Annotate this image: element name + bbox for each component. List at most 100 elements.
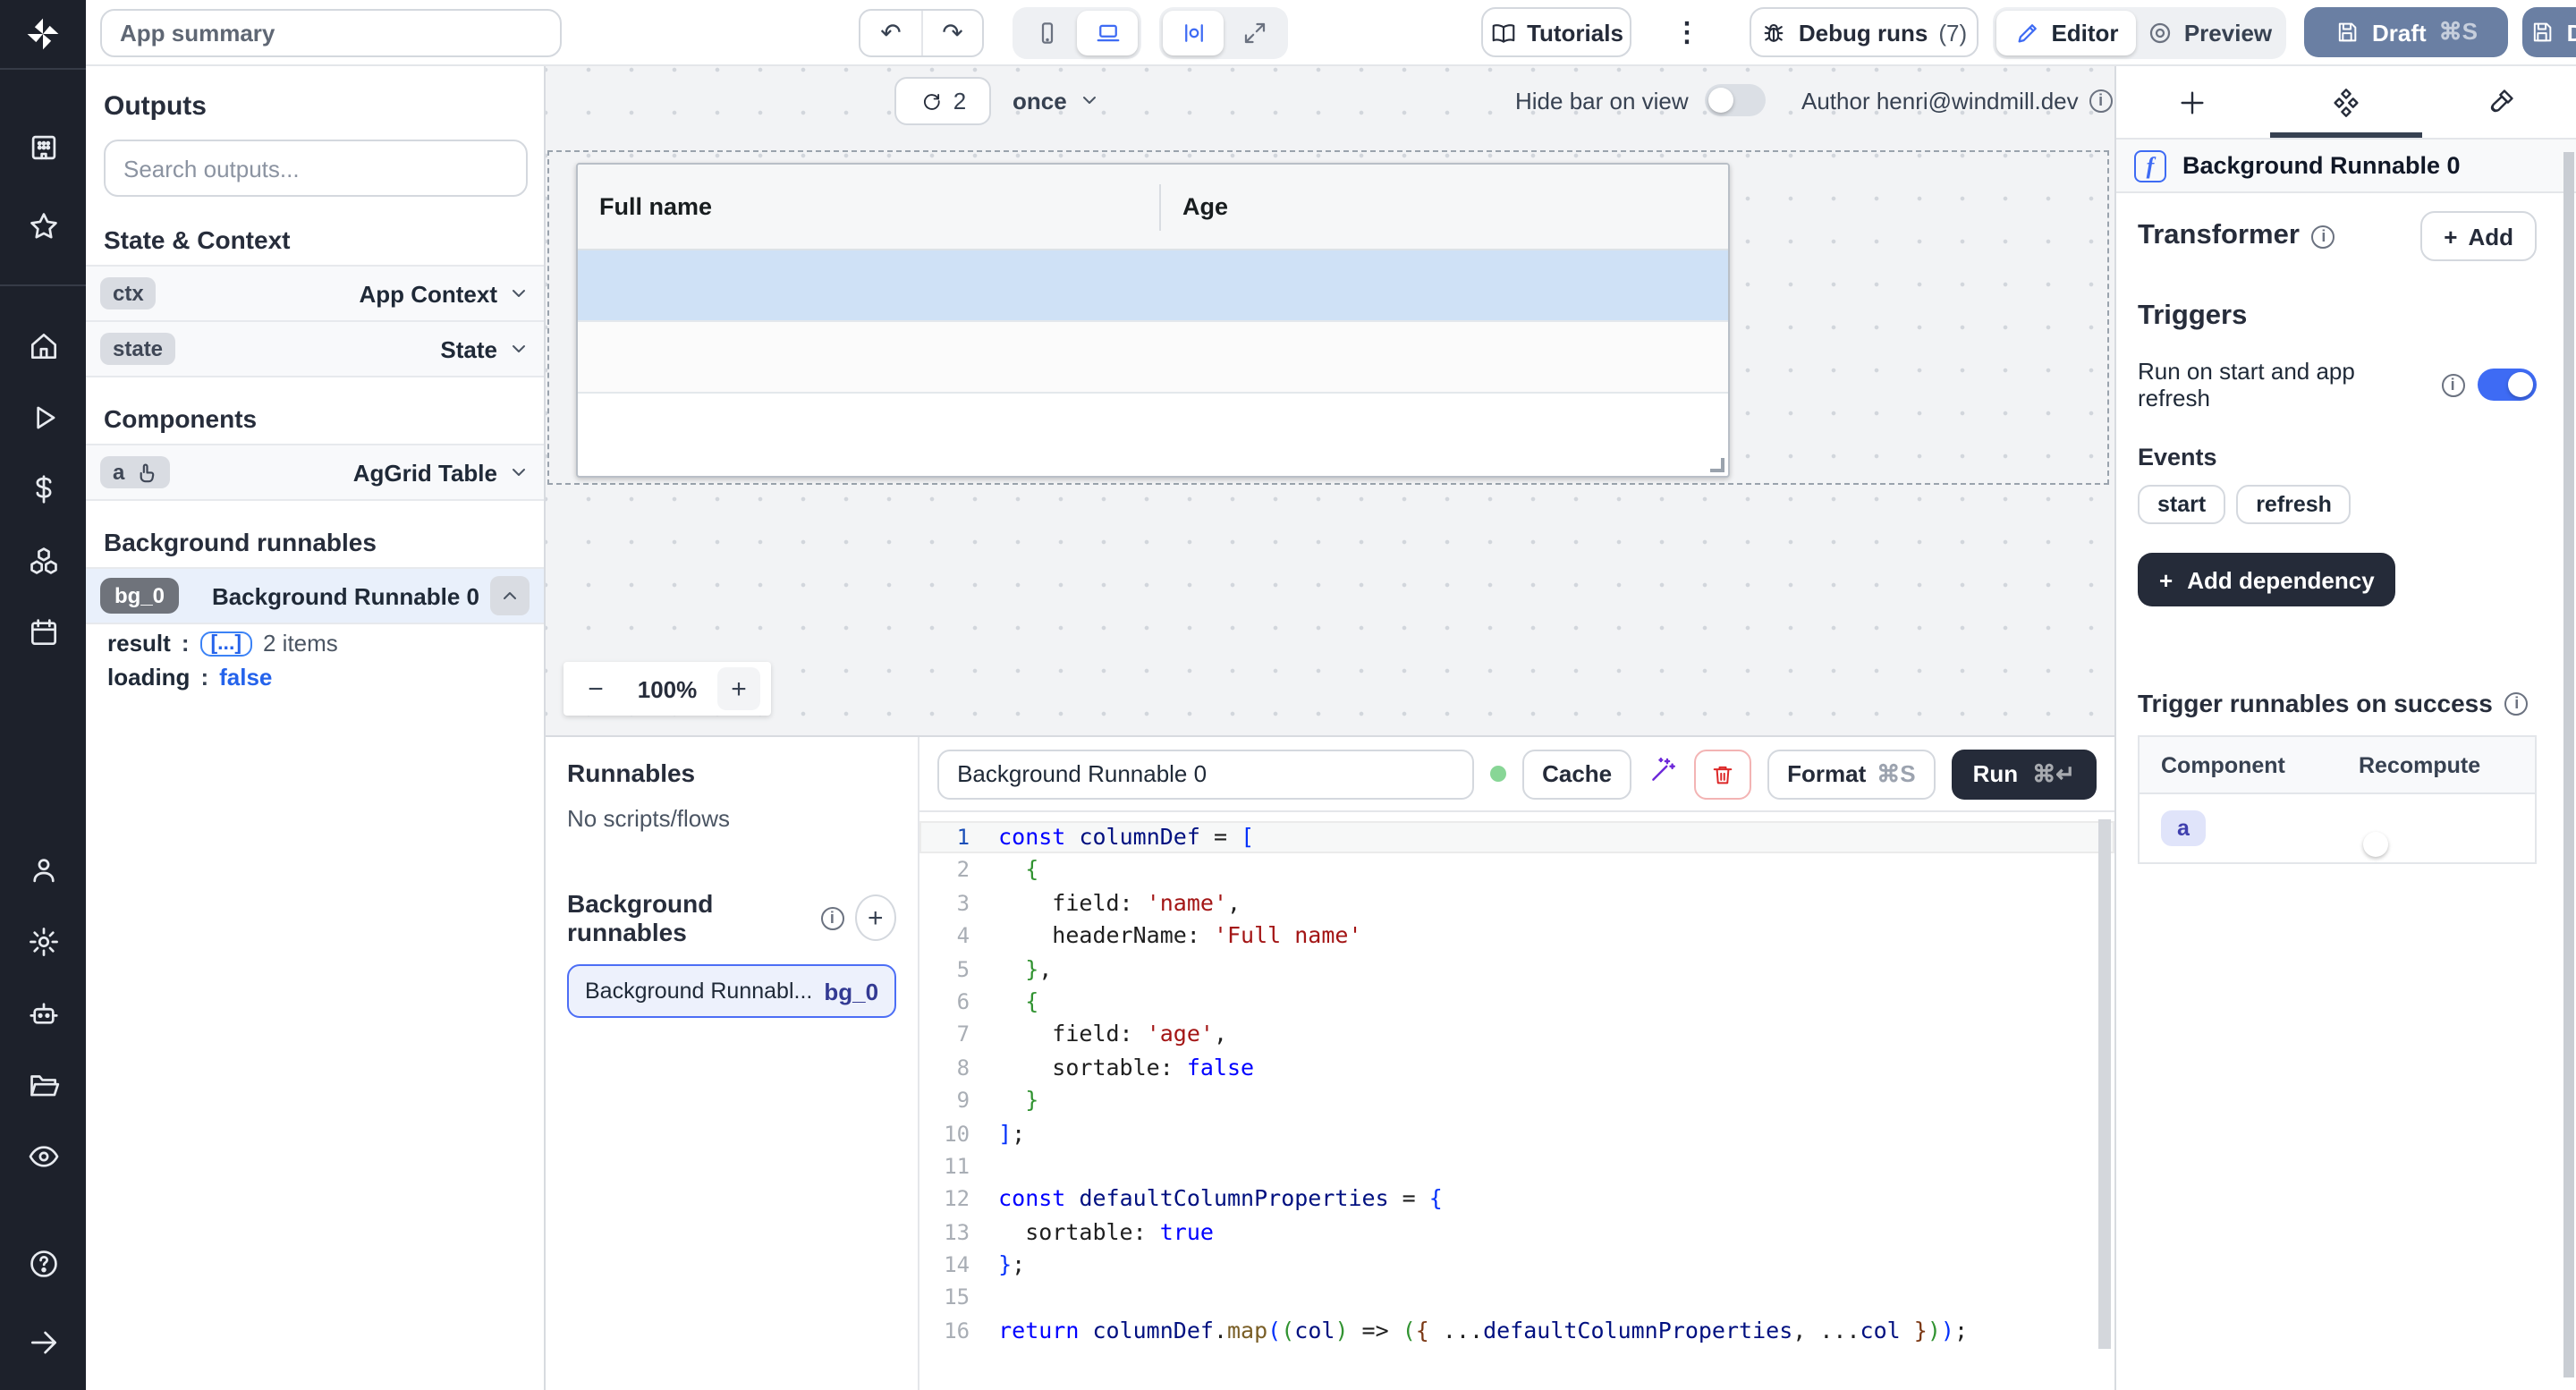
resize-handle[interactable] — [1710, 458, 1724, 472]
add-transformer-button[interactable]: + Add — [2420, 211, 2537, 261]
delete-runnable-button[interactable] — [1694, 749, 1751, 799]
zoom-in-button[interactable]: + — [717, 667, 760, 710]
code-editor[interactable]: 1const columnDef = [2 {3 field: 'name',4… — [919, 812, 2114, 1390]
output-row-bg0[interactable]: bg_0 Background Runnable 0 — [86, 567, 544, 624]
format-button[interactable]: Format ⌘S — [1767, 749, 1935, 799]
chevron-down-icon[interactable] — [508, 462, 530, 483]
home-icon[interactable] — [0, 315, 86, 376]
chevron-down-icon[interactable] — [508, 283, 530, 304]
cubes-resources-icon[interactable] — [0, 530, 86, 590]
run-on-start-toggle[interactable] — [2477, 369, 2537, 401]
zoom-out-button[interactable]: − — [574, 667, 617, 710]
arrow-expand-icon[interactable] — [0, 1311, 86, 1372]
calendar-schedules-icon[interactable] — [0, 601, 86, 662]
apps-building-icon[interactable] — [0, 116, 86, 177]
aggrid-table-component[interactable]: Full name Age — [576, 163, 1730, 478]
runnable-name-input[interactable] — [937, 749, 1474, 799]
runnable-list-item[interactable]: Background Runnabl... bg_0 — [567, 964, 896, 1018]
folder-browse-icon[interactable] — [0, 1054, 86, 1115]
output-row-component-a[interactable]: a AgGrid Table — [86, 444, 544, 501]
debug-runs-button[interactable]: Debug runs (7) — [1750, 7, 1979, 57]
run-button[interactable]: Run ⌘↵ — [1952, 749, 2097, 799]
panel-scrollbar[interactable] — [2563, 152, 2574, 1377]
code-line[interactable]: 13 sortable: true — [919, 1216, 2114, 1249]
table-row[interactable] — [578, 250, 1728, 322]
event-chip-refresh[interactable]: refresh — [2236, 485, 2351, 524]
center-align-button[interactable] — [1163, 11, 1224, 55]
collapse-button[interactable] — [490, 576, 530, 615]
code-line[interactable]: 7 field: 'age', — [919, 1019, 2114, 1052]
sidebar-divider — [0, 68, 86, 70]
add-dependency-button[interactable]: + Add dependency — [2138, 553, 2396, 606]
star-favorites-icon[interactable] — [0, 195, 86, 256]
result-row[interactable]: result : [...] 2 items — [86, 623, 544, 657]
tab-insert-component[interactable] — [2116, 66, 2269, 138]
info-icon[interactable]: i — [2089, 89, 2113, 112]
code-line[interactable]: 16return columnDef.map((col) => ({ ...de… — [919, 1315, 2114, 1348]
app-canvas[interactable]: 2 once Hide bar on view Author henri@win… — [546, 66, 2114, 735]
code-line[interactable]: 14}; — [919, 1249, 2114, 1282]
undo-icon: ↶ — [880, 18, 901, 48]
output-row-state[interactable]: state State — [86, 320, 544, 377]
help-circle-icon[interactable] — [0, 1233, 86, 1293]
code-line[interactable]: 1const columnDef = [ — [919, 821, 2114, 854]
ai-wand-button[interactable] — [1648, 754, 1678, 793]
code-line[interactable]: 8 sortable: false — [919, 1051, 2114, 1084]
column-header-age[interactable]: Age — [1159, 183, 1728, 230]
column-header-full-name[interactable]: Full name — [578, 193, 1159, 220]
info-icon[interactable]: i — [820, 906, 843, 929]
tutorials-button[interactable]: Tutorials — [1481, 7, 1631, 57]
more-menu-button[interactable]: ⋮ — [1667, 7, 1707, 57]
add-background-runnable-button[interactable]: + — [854, 894, 896, 941]
code-line[interactable]: 3 field: 'name', — [919, 887, 2114, 920]
expand-full-button[interactable] — [1224, 11, 1284, 55]
table-row[interactable] — [578, 322, 1728, 394]
state-context-title: State & Context — [86, 197, 544, 265]
tab-component-settings[interactable] — [2269, 66, 2422, 138]
chevron-down-icon[interactable] — [508, 338, 530, 360]
robot-workers-icon[interactable] — [0, 982, 86, 1043]
user-account-icon[interactable] — [0, 839, 86, 900]
runnables-empty-label: No scripts/flows — [567, 805, 896, 832]
frequency-dropdown[interactable]: once — [1013, 87, 1101, 114]
event-chip-start[interactable]: start — [2138, 485, 2225, 524]
paintbrush-icon — [2484, 87, 2514, 117]
selected-grid-cell[interactable]: Full name Age — [547, 150, 2109, 485]
eye-audit-icon[interactable] — [0, 1125, 86, 1186]
deploy-button[interactable]: Deploy — [2522, 7, 2576, 57]
loading-row[interactable]: loading : false — [86, 657, 544, 691]
code-line[interactable]: 11 — [919, 1150, 2114, 1183]
info-icon[interactable]: i — [2441, 373, 2464, 396]
preview-tab[interactable]: Preview — [2136, 11, 2283, 55]
code-line[interactable]: 2 { — [919, 854, 2114, 887]
info-icon[interactable]: i — [2505, 691, 2529, 715]
refresh-count-box[interactable]: 2 — [894, 76, 991, 124]
undo-button[interactable]: ↶ — [860, 11, 921, 55]
windmill-logo[interactable] — [0, 0, 86, 68]
code-line[interactable]: 4 headerName: 'Full name' — [919, 920, 2114, 953]
code-line[interactable]: 10]; — [919, 1117, 2114, 1150]
component-a-badge[interactable]: a — [2161, 810, 2206, 846]
code-line[interactable]: 12const defaultColumnProperties = { — [919, 1183, 2114, 1216]
play-runs-icon[interactable] — [0, 386, 86, 447]
redo-button[interactable]: ↷ — [921, 11, 982, 55]
search-outputs-input[interactable] — [104, 140, 528, 197]
code-line[interactable]: 5 }, — [919, 953, 2114, 986]
code-line[interactable]: 15 — [919, 1282, 2114, 1315]
app-summary-input[interactable] — [100, 9, 562, 57]
editor-tab[interactable]: Editor — [1996, 11, 2136, 55]
output-row-ctx[interactable]: ctx App Context — [86, 265, 544, 322]
tab-styling[interactable] — [2423, 66, 2576, 138]
cache-button[interactable]: Cache — [1522, 749, 1631, 799]
mobile-view-button[interactable] — [1016, 11, 1077, 55]
hide-bar-toggle[interactable] — [1705, 84, 1766, 116]
info-icon[interactable]: i — [2312, 225, 2335, 248]
array-expand-badge[interactable]: [...] — [200, 631, 253, 656]
desktop-view-button[interactable] — [1077, 11, 1138, 55]
code-line[interactable]: 9 } — [919, 1084, 2114, 1117]
gear-settings-icon[interactable] — [0, 911, 86, 971]
dollar-variables-icon[interactable] — [0, 458, 86, 519]
draft-button[interactable]: Draft ⌘S — [2304, 7, 2508, 57]
editor-scrollbar[interactable] — [2098, 819, 2111, 1349]
code-line[interactable]: 6 { — [919, 986, 2114, 1019]
